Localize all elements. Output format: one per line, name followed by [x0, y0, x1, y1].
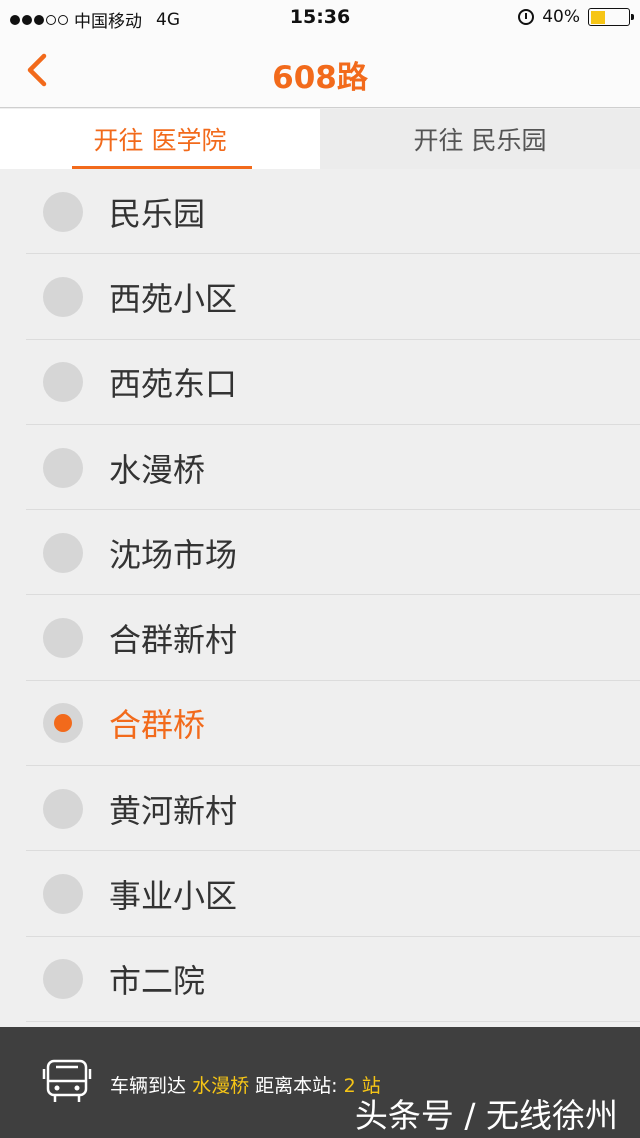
stop-row[interactable]: 合群新村 — [0, 595, 640, 682]
stop-name: 水漫桥 — [109, 450, 206, 489]
stop-dot — [43, 362, 83, 403]
battery-percent: 40% — [542, 7, 580, 27]
arrival-message: 车辆到达 水漫桥 距离本站: 2 站 — [110, 1071, 381, 1098]
battery-icon — [588, 8, 634, 26]
stop-row[interactable]: 事业小区 — [0, 851, 640, 937]
status-right: 40% — [518, 7, 634, 27]
tab-to-yixueyuan[interactable]: 开往 医学院 — [0, 109, 320, 169]
stop-row[interactable]: 水漫桥 — [0, 425, 640, 511]
stop-name: 事业小区 — [109, 877, 238, 916]
stop-name: 民乐园 — [109, 194, 206, 233]
stop-dot — [43, 447, 83, 488]
stop-name: 西苑小区 — [109, 279, 238, 318]
stop-row[interactable]: 民乐园 — [0, 169, 640, 255]
nav-bar: 608路 — [0, 36, 640, 108]
stop-dot — [43, 788, 83, 829]
alarm-icon — [518, 9, 535, 25]
stop-list: 民乐园 西苑小区 西苑东口 水漫桥 沈场市场 合群新村 合群桥 黄河新村 事业小… — [0, 169, 640, 1027]
stop-name: 黄河新村 — [109, 791, 238, 830]
current-stop-dot — [43, 703, 83, 744]
stop-dot — [43, 191, 83, 232]
stop-name-current: 合群桥 — [109, 706, 206, 745]
stop-dot — [43, 618, 83, 659]
arrival-prefix: 车辆到达 — [110, 1075, 187, 1097]
stop-row[interactable]: 沈场市场 — [0, 510, 640, 596]
page-title: 608路 — [272, 60, 368, 96]
tab-to-minleyuan[interactable]: 开往 民乐园 — [320, 109, 640, 169]
arrival-station: 水漫桥 — [192, 1075, 250, 1097]
stop-name: 沈场市场 — [109, 535, 238, 574]
arrival-bar: 车辆到达 水漫桥 距离本站: 2 站 头条号 / 无线徐州 — [0, 1027, 640, 1138]
stop-dot — [43, 959, 83, 1000]
stop-name: 西苑东口 — [109, 365, 238, 404]
stop-row[interactable]: 西苑小区 — [0, 254, 640, 340]
status-bar: 中国移动 4G 15:36 40% — [0, 0, 640, 36]
arrival-middle: 距离本站: — [255, 1075, 338, 1097]
stop-dot — [43, 276, 83, 317]
stop-row[interactable]: 市二院 — [0, 937, 640, 1023]
bus-icon — [42, 1059, 92, 1102]
stop-name: 合群新村 — [109, 621, 238, 660]
stop-row[interactable]: 黄河新村 — [0, 766, 640, 852]
direction-tabs: 开往 医学院 开往 民乐园 — [0, 109, 640, 169]
watermark: 头条号 / 无线徐州 — [354, 1096, 618, 1135]
stop-dot — [43, 874, 83, 915]
stop-name: 市二院 — [109, 962, 206, 1001]
stop-row-current[interactable]: 合群桥 — [0, 681, 640, 767]
stop-row[interactable]: 西苑东口 — [0, 340, 640, 426]
stop-dot — [43, 532, 83, 573]
